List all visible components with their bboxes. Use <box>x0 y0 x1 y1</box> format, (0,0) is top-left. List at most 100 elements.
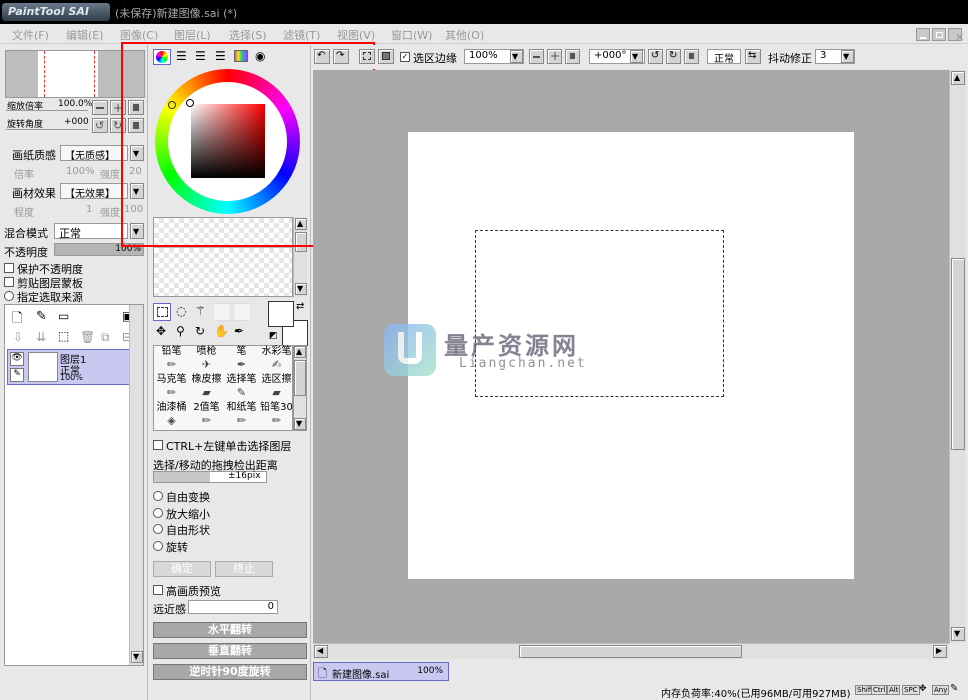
flip-view-button[interactable]: ⇆ <box>745 49 761 64</box>
scroll-up-button[interactable]: ▲ <box>951 71 965 85</box>
toolbar-zoom-out-button[interactable] <box>529 49 544 64</box>
invert-selection-button[interactable] <box>378 49 394 64</box>
scroll-down-button[interactable]: ▼ <box>951 627 965 641</box>
move-icon[interactable]: ✥ <box>156 324 166 338</box>
scroll-down-button[interactable]: ▼ <box>131 651 143 663</box>
perspective-input[interactable]: 0 <box>188 600 278 614</box>
tool-marker[interactable]: 马克笔 ✏ <box>154 374 189 402</box>
menu-edit[interactable]: 编辑(E) <box>66 27 104 43</box>
new-pen-layer-icon[interactable]: ✎ <box>36 309 47 324</box>
magic-wand-icon[interactable]: ⚚ <box>195 304 206 318</box>
new-folder-icon[interactable]: ▭ <box>58 309 69 323</box>
merge-visible-icon[interactable]: ⧉ <box>101 330 110 345</box>
rotate-radio[interactable] <box>153 541 163 551</box>
clear-layer-icon[interactable]: ⬚ <box>58 329 69 343</box>
layer-item[interactable]: 👁 ✎ 图层1 正常 100% <box>7 349 130 385</box>
scroll-thumb[interactable] <box>294 360 306 396</box>
drag-distance-slider[interactable]: ±16pix <box>153 471 267 483</box>
rotate-ccw-button[interactable]: ↺ <box>92 118 108 133</box>
selection-source-radio[interactable] <box>4 291 14 301</box>
foreground-color-swatch[interactable] <box>268 301 294 327</box>
close-button[interactable]: ✕ <box>948 28 964 43</box>
toolbar-rotate-reset-button[interactable] <box>684 49 699 64</box>
scroll-right-button[interactable]: ▶ <box>933 645 947 658</box>
tool-bucket[interactable]: 油漆桶 ◈ <box>154 402 189 430</box>
hand-icon[interactable]: ✋ <box>214 324 229 338</box>
zoom-out-button[interactable] <box>92 100 108 115</box>
scroll-down-button[interactable]: ▼ <box>295 283 307 295</box>
rotate-tool-icon[interactable]: ↻ <box>195 324 205 338</box>
scroll-thumb[interactable] <box>519 645 742 658</box>
tool-pencil[interactable]: 铅笔 ✏ <box>154 346 189 374</box>
paper-texture-select[interactable]: 【无质感】 <box>60 145 128 162</box>
layer-lock-toggle[interactable]: ✎ <box>10 368 24 382</box>
menu-layer[interactable]: 图层(L) <box>174 27 211 43</box>
tool-pen[interactable]: 笔 ✒ <box>224 346 259 374</box>
zoom-slider[interactable] <box>6 110 88 113</box>
canvas-horizontal-scrollbar[interactable]: ◀ ▶ <box>313 643 949 659</box>
tool-eraser[interactable]: 橡皮擦 ▰ <box>189 374 224 402</box>
scroll-thumb[interactable] <box>951 258 965 450</box>
deselect-button[interactable] <box>359 49 375 64</box>
tool-grid-scrollbar[interactable]: ▲ ▼ <box>293 345 307 431</box>
swap-colors-icon[interactable]: ⇄ <box>296 301 304 312</box>
merge-down-icon[interactable]: ⇊ <box>36 330 46 344</box>
reset-colors-icon[interactable]: ◩ <box>269 331 278 341</box>
tool-binary-pen[interactable]: 2值笔 ✏ <box>189 402 224 430</box>
rotate-slider[interactable] <box>6 129 88 132</box>
angle-dropdown[interactable]: ▼ <box>630 50 643 63</box>
flip-horizontal-button[interactable]: 水平翻转 <box>153 622 307 638</box>
scroll-left-button[interactable]: ◀ <box>314 645 328 658</box>
minimize-button[interactable] <box>916 28 930 41</box>
menu-filter[interactable]: 滤镜(T) <box>283 27 320 43</box>
canvas-area[interactable]: 量产资源网 Liangchan.net <box>313 70 949 643</box>
lasso-icon[interactable]: ◌ <box>176 304 186 318</box>
undo-button[interactable]: ↶ <box>314 49 330 64</box>
tool-select-eraser[interactable]: 选区擦 ▰ <box>259 374 294 402</box>
document-tab[interactable]: 🗋 新建图像.sai 100% <box>313 662 449 681</box>
delete-layer-icon[interactable]: 🗑 <box>80 330 95 344</box>
menu-image[interactable]: 图像(C) <box>120 27 158 43</box>
tool-watercolor[interactable]: 水彩笔 ✍ <box>259 346 294 374</box>
preserve-opacity-checkbox[interactable] <box>4 263 14 273</box>
free-shape-radio[interactable] <box>153 524 163 534</box>
selection-edge-checkbox[interactable]: ✓ <box>400 52 410 62</box>
menu-view[interactable]: 视图(V) <box>337 27 375 43</box>
layer-scrollbar[interactable]: ▼ <box>129 305 143 665</box>
menu-window[interactable]: 窗口(W) <box>391 27 432 43</box>
flip-vertical-button[interactable]: 垂直翻转 <box>153 643 307 659</box>
zoom-tool-icon[interactable]: ⚲ <box>176 324 185 338</box>
new-layer-icon[interactable]: 🗋 <box>12 309 22 331</box>
clipping-checkbox[interactable] <box>4 277 14 287</box>
toolbar-rotate-ccw-button[interactable]: ↺ <box>648 49 663 64</box>
toolbar-rotate-cw-button[interactable]: ↻ <box>666 49 681 64</box>
visibility-toggle[interactable]: 👁 <box>10 352 24 366</box>
eyedropper-icon[interactable]: ✒ <box>234 324 244 338</box>
menu-select[interactable]: 选择(S) <box>229 27 267 43</box>
ctrl-click-checkbox[interactable] <box>153 440 163 450</box>
view-mode-select[interactable]: 正常 <box>707 49 741 65</box>
menu-other[interactable]: 其他(O) <box>445 27 484 43</box>
maximize-button[interactable] <box>932 28 946 41</box>
blend-mode-select[interactable]: 正常 <box>54 223 128 240</box>
scroll-down-button[interactable]: ▼ <box>294 418 306 430</box>
toolbar-zoom-reset-button[interactable] <box>565 49 580 64</box>
scroll-up-button[interactable]: ▲ <box>294 346 306 358</box>
rotate-ccw-90-button[interactable]: 逆时针90度旋转 <box>153 664 307 680</box>
rect-select-tool[interactable] <box>153 303 171 321</box>
hq-preview-checkbox[interactable] <box>153 585 163 595</box>
canvas-vertical-scrollbar[interactable]: ▲ ▼ <box>949 70 966 643</box>
tool-pencil-30[interactable]: 铅笔30 ✏ <box>259 402 294 430</box>
free-transform-radio[interactable] <box>153 491 163 501</box>
cancel-button[interactable]: 终止 <box>215 561 273 577</box>
menu-file[interactable]: 文件(F) <box>12 27 49 43</box>
tool-washi-pen[interactable]: 和纸笔 ✏ <box>224 402 259 430</box>
ok-button[interactable]: 确定 <box>153 561 211 577</box>
redo-button[interactable]: ↷ <box>333 49 349 64</box>
tool-airbrush[interactable]: 喷枪 ✈ <box>189 346 224 374</box>
transfer-down-icon[interactable]: ⇩ <box>13 330 23 344</box>
tool-select-pen[interactable]: 选择笔 ✎ <box>224 374 259 402</box>
toolbar-zoom-in-button[interactable]: + <box>547 49 562 64</box>
zoom-dropdown[interactable]: ▼ <box>510 50 523 63</box>
stabilizer-dropdown[interactable]: ▼ <box>841 50 854 63</box>
